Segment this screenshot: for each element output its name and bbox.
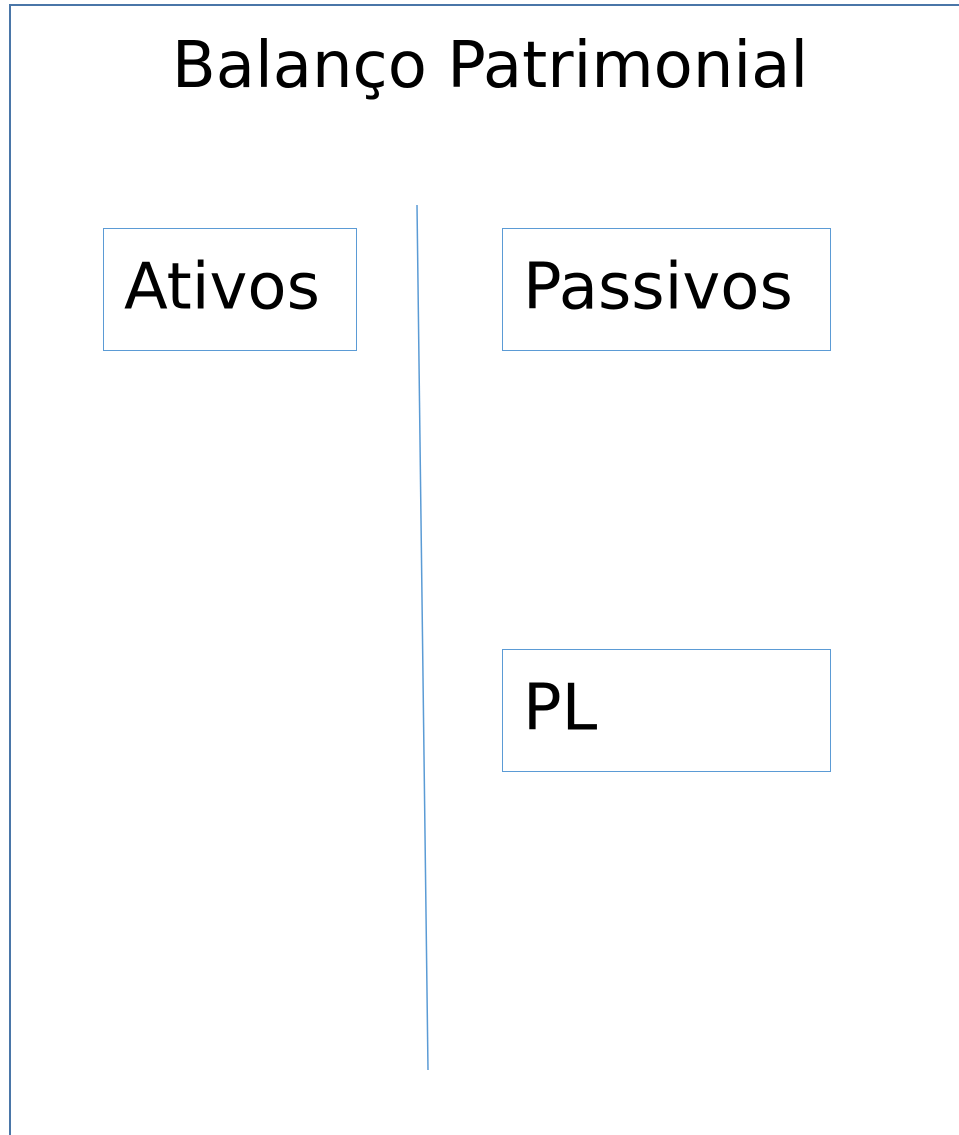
diagram-title: Balanço Patrimonial xyxy=(171,29,809,103)
passivos-box: Passivos xyxy=(502,228,831,351)
outer-frame xyxy=(9,4,959,1135)
ativos-label: Ativos xyxy=(124,249,320,324)
ativos-box: Ativos xyxy=(103,228,357,351)
passivos-label: Passivos xyxy=(523,249,793,324)
balance-sheet-diagram: Balanço Patrimonial Ativos Passivos PL xyxy=(0,0,959,1135)
pl-box: PL xyxy=(502,649,831,772)
pl-label: PL xyxy=(523,670,598,745)
